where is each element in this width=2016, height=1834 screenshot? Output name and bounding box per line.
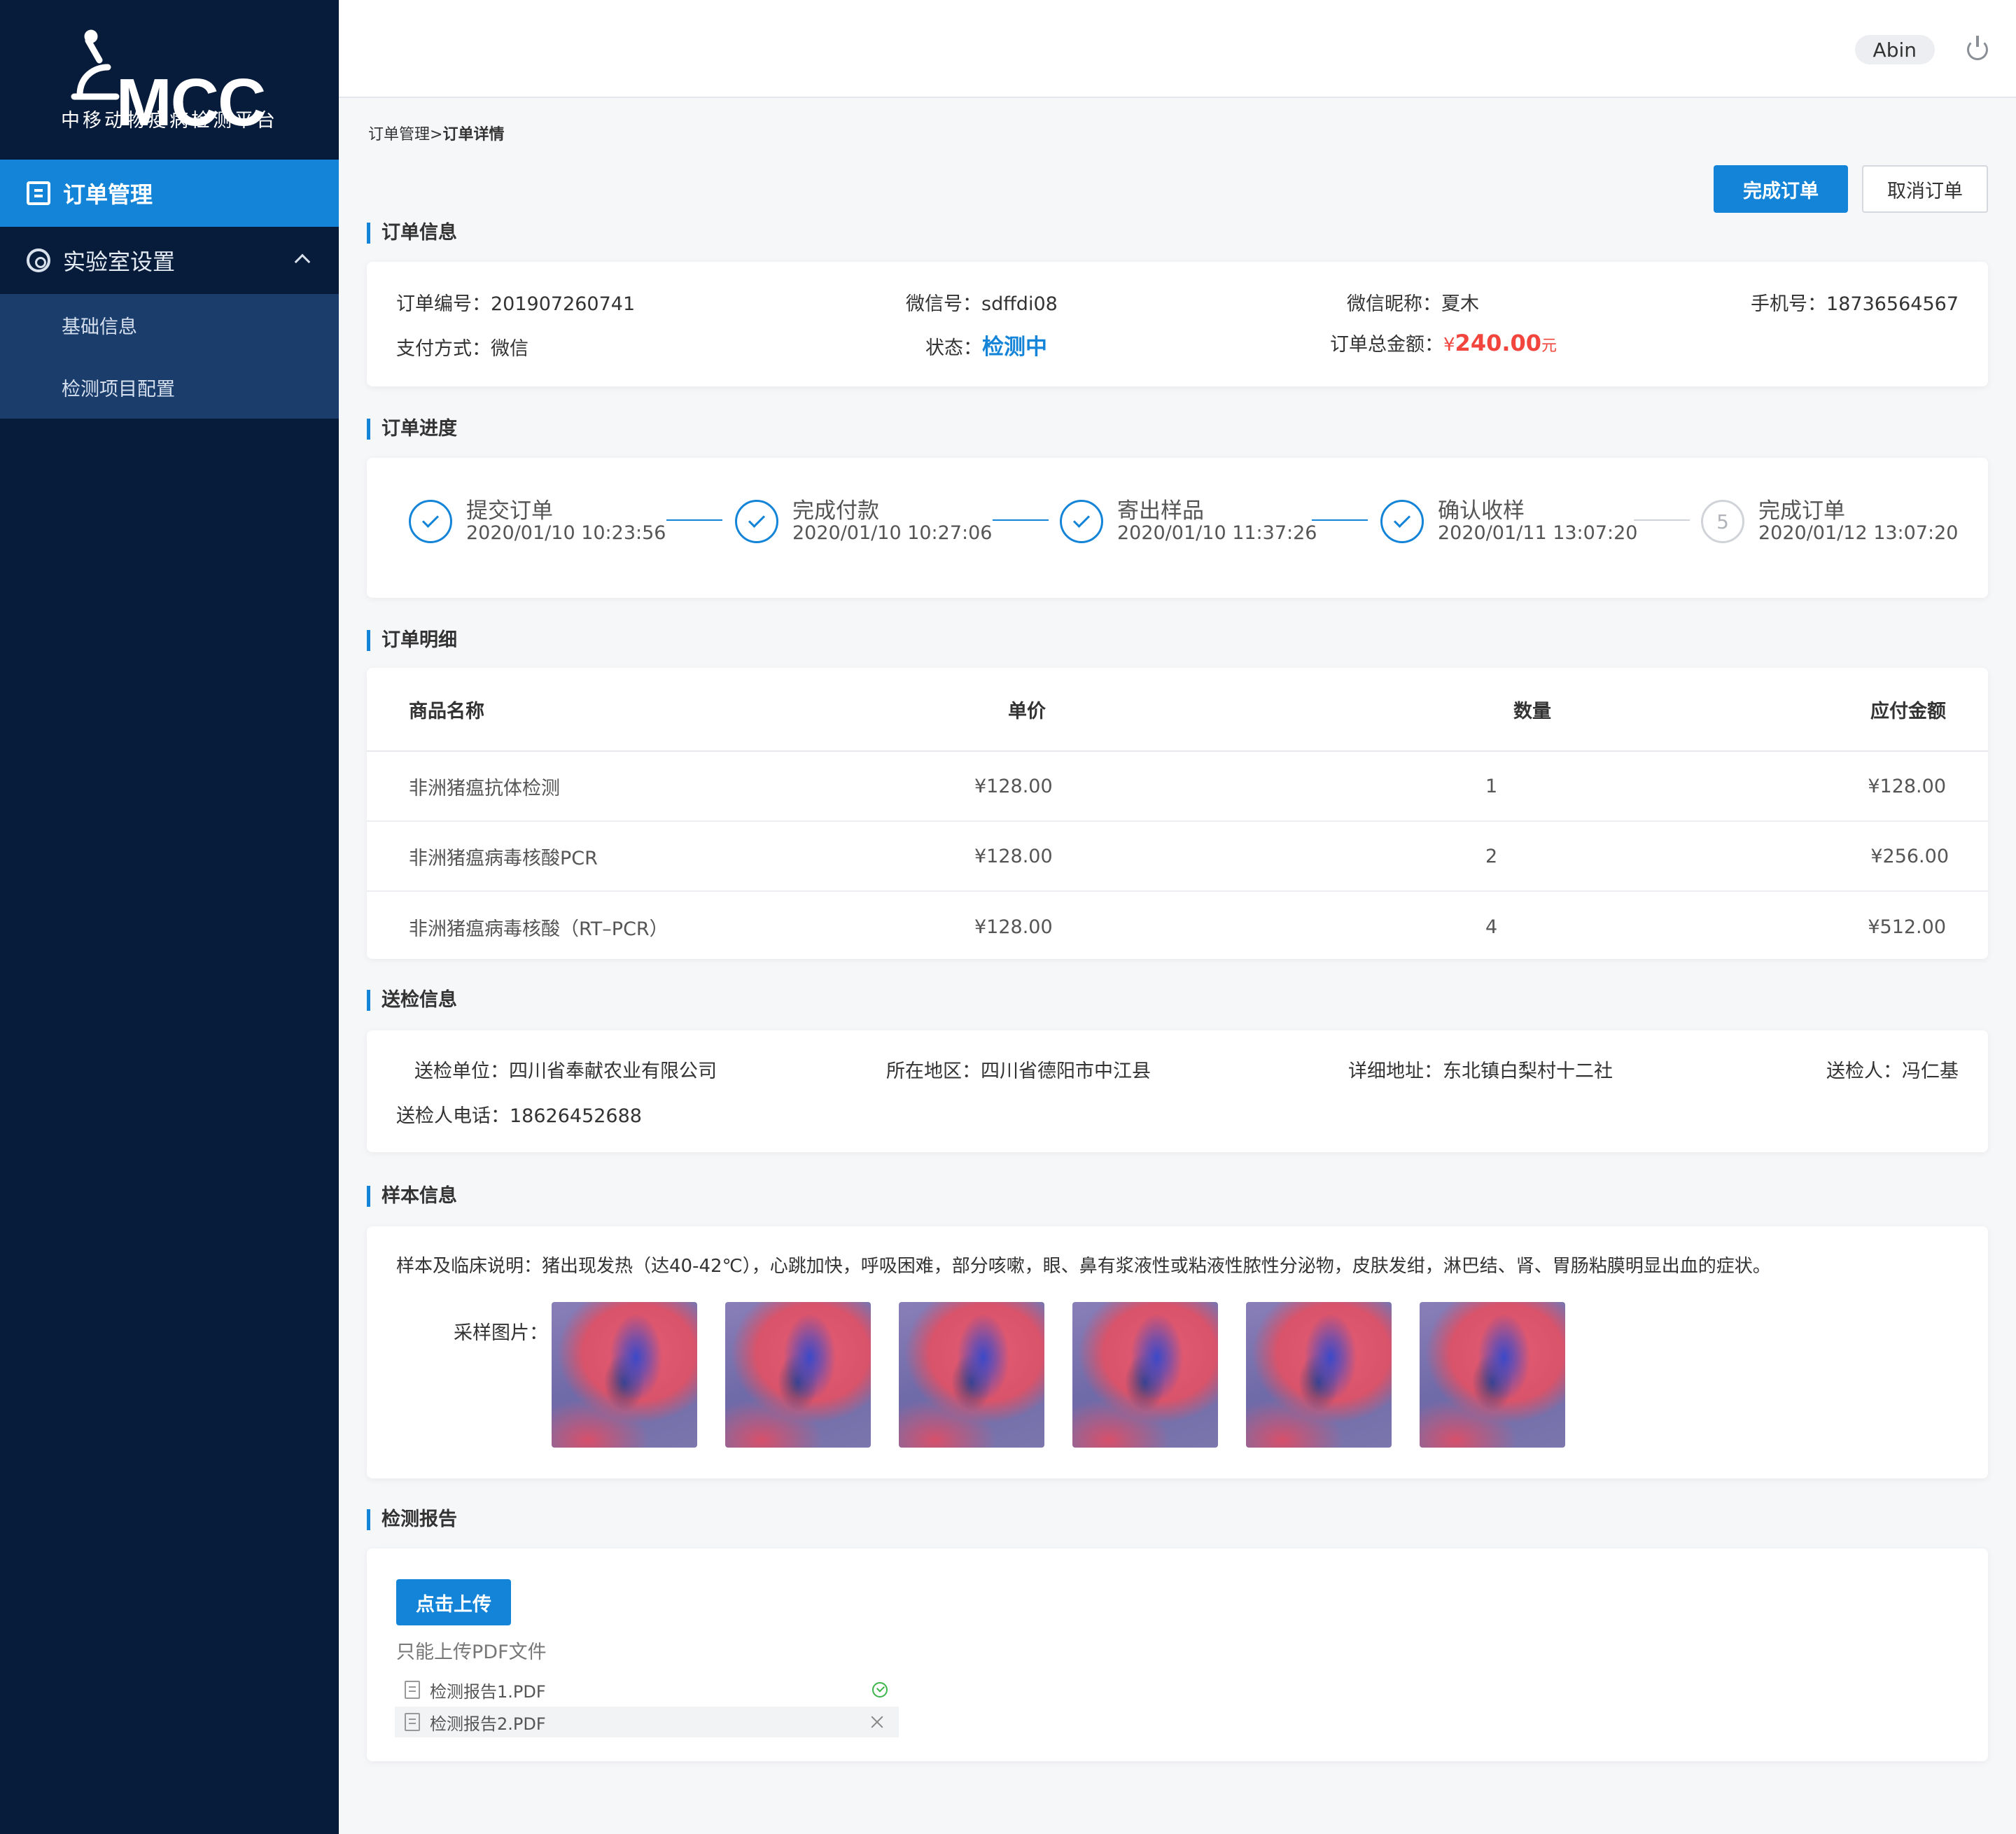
section-title-order-info: 订单信息	[367, 223, 457, 244]
submit-address: 详细地址：东北镇白梨村十二社	[1348, 1060, 1613, 1082]
order-detail-table: 商品名称 单价 数量 应付金额 非洲猪瘟抗体检测 ¥128.00 1 ¥128.…	[367, 668, 1988, 959]
step-number-icon: 5	[1701, 500, 1744, 543]
step-connector	[1634, 519, 1690, 521]
table-header: 商品名称 单价 数量 应付金额	[367, 668, 1988, 752]
table-row: 非洲猪瘟病毒核酸（RT–PCR） ¥128.00 4 ¥512.00	[409, 916, 1946, 940]
table-row: 非洲猪瘟抗体检测 ¥128.00 1 ¥128.00	[367, 752, 1988, 822]
order-progress-card: 提交订单 2020/01/10 10:23:56 完成付款 2020/01/10…	[367, 458, 1988, 598]
submit-region: 所在地区：四川省德阳市中江县	[886, 1060, 1151, 1082]
sidebar-submenu: 基础信息 检测项目配置	[0, 294, 339, 419]
sample-info-card: 样本及临床说明：猪出现发热（达40-42℃），心跳加快，呼吸困难，部分咳嗽，眼、…	[367, 1226, 1988, 1478]
wechat-nickname: 微信昵称：夏木	[1347, 293, 1479, 315]
phone-number: 手机号：18736564567	[1751, 293, 1959, 315]
check-icon	[1060, 500, 1103, 543]
step-connector	[1312, 519, 1368, 521]
order-total: 订单总金额：¥240.00元	[1330, 330, 1558, 356]
sidebar-item-order-management[interactable]: 订单管理	[0, 160, 339, 227]
submit-phone: 送检人电话：18626452688	[396, 1105, 642, 1127]
order-info-card: 订单编号：201907260741 微信号：sdffdi08 微信昵称：夏木 手…	[367, 262, 1988, 386]
status-badge: 检测中	[982, 335, 1047, 360]
submit-person: 送检人：冯仁基	[1826, 1060, 1959, 1082]
file-icon	[405, 1713, 420, 1731]
user-menu[interactable]: Abin	[1854, 35, 1935, 64]
order-status: 状态：检测中	[925, 335, 1047, 360]
file-name: 检测报告1.PDF	[430, 1681, 546, 1702]
wechat-id: 微信号：sdffdi08	[906, 293, 1058, 315]
sidebar-group-label: 实验室设置	[63, 248, 176, 275]
order-number: 订单编号：201907260741	[396, 293, 636, 315]
upload-hint: 只能上传PDF文件	[396, 1642, 547, 1663]
check-icon	[409, 500, 452, 543]
settings-icon	[27, 248, 50, 272]
document-icon	[27, 181, 50, 205]
breadcrumb: 订单管理>订单详情	[368, 122, 504, 144]
submission-info-card: 送检单位：四川省奉献农业有限公司 所在地区：四川省德阳市中江县 详细地址：东北镇…	[367, 1030, 1988, 1152]
sample-image[interactable]	[552, 1302, 697, 1448]
sample-image[interactable]	[1246, 1302, 1392, 1448]
payment-method: 支付方式：微信	[396, 338, 528, 360]
power-icon[interactable]	[1967, 36, 1988, 60]
sidebar-item-test-config[interactable]: 检测项目配置	[0, 356, 339, 419]
brand-logo[interactable]: MCC 中移动物疫病检测平台	[0, 0, 339, 160]
section-title-report: 检测报告	[367, 1509, 457, 1530]
sample-images-label: 采样图片：	[454, 1322, 548, 1344]
chevron-up-icon	[294, 253, 311, 270]
section-title-submission: 送检信息	[367, 990, 457, 1011]
file-icon	[405, 1681, 420, 1699]
report-card: 点击上传 只能上传PDF文件 检测报告1.PDF 检测报告2.PDF	[367, 1548, 1988, 1761]
sidebar-group-lab-settings[interactable]: 实验室设置	[0, 227, 339, 294]
section-title-progress: 订单进度	[367, 419, 457, 440]
uploaded-file[interactable]: 检测报告2.PDF	[395, 1707, 899, 1737]
uploaded-file[interactable]: 检测报告1.PDF	[395, 1674, 899, 1705]
cancel-order-button[interactable]: 取消订单	[1862, 165, 1988, 213]
sample-image[interactable]	[1072, 1302, 1218, 1448]
upload-button[interactable]: 点击上传	[396, 1579, 511, 1625]
top-header: Abin	[339, 0, 2016, 98]
main-content: 订单管理>订单详情 完成订单 取消订单 订单信息 订单编号：2019072607…	[339, 98, 2016, 1834]
sample-image[interactable]	[899, 1302, 1044, 1448]
step-connector	[666, 519, 722, 521]
check-icon	[1380, 500, 1424, 543]
breadcrumb-current: 订单详情	[442, 126, 505, 144]
submit-unit: 送检单位：四川省奉献农业有限公司	[414, 1060, 717, 1082]
sidebar-item-basic-info[interactable]: 基础信息	[0, 294, 339, 356]
section-title-sample: 样本信息	[367, 1186, 457, 1207]
success-check-icon	[872, 1682, 888, 1698]
file-name: 检测报告2.PDF	[430, 1714, 546, 1734]
sidebar: MCC 中移动物疫病检测平台 订单管理 实验室设置 基础信息 检测项目配置	[0, 0, 339, 1834]
table-row: 非洲猪瘟病毒核酸PCR ¥128.00 2 ¥256.00	[367, 822, 1988, 892]
section-title-detail: 订单明细	[367, 630, 457, 651]
check-icon	[735, 500, 778, 543]
sample-description: 样本及临床说明：猪出现发热（达40-42℃），心跳加快，呼吸困难，部分咳嗽，眼、…	[396, 1256, 1771, 1277]
brand-subtitle: 中移动物疫病检测平台	[61, 110, 278, 132]
step-connector	[993, 519, 1049, 521]
sample-image[interactable]	[725, 1302, 871, 1448]
complete-order-button[interactable]: 完成订单	[1714, 165, 1848, 213]
sample-image[interactable]	[1420, 1302, 1565, 1448]
sidebar-item-label: 订单管理	[63, 181, 153, 208]
breadcrumb-parent[interactable]: 订单管理>	[368, 126, 442, 144]
remove-file-icon[interactable]	[869, 1714, 885, 1730]
